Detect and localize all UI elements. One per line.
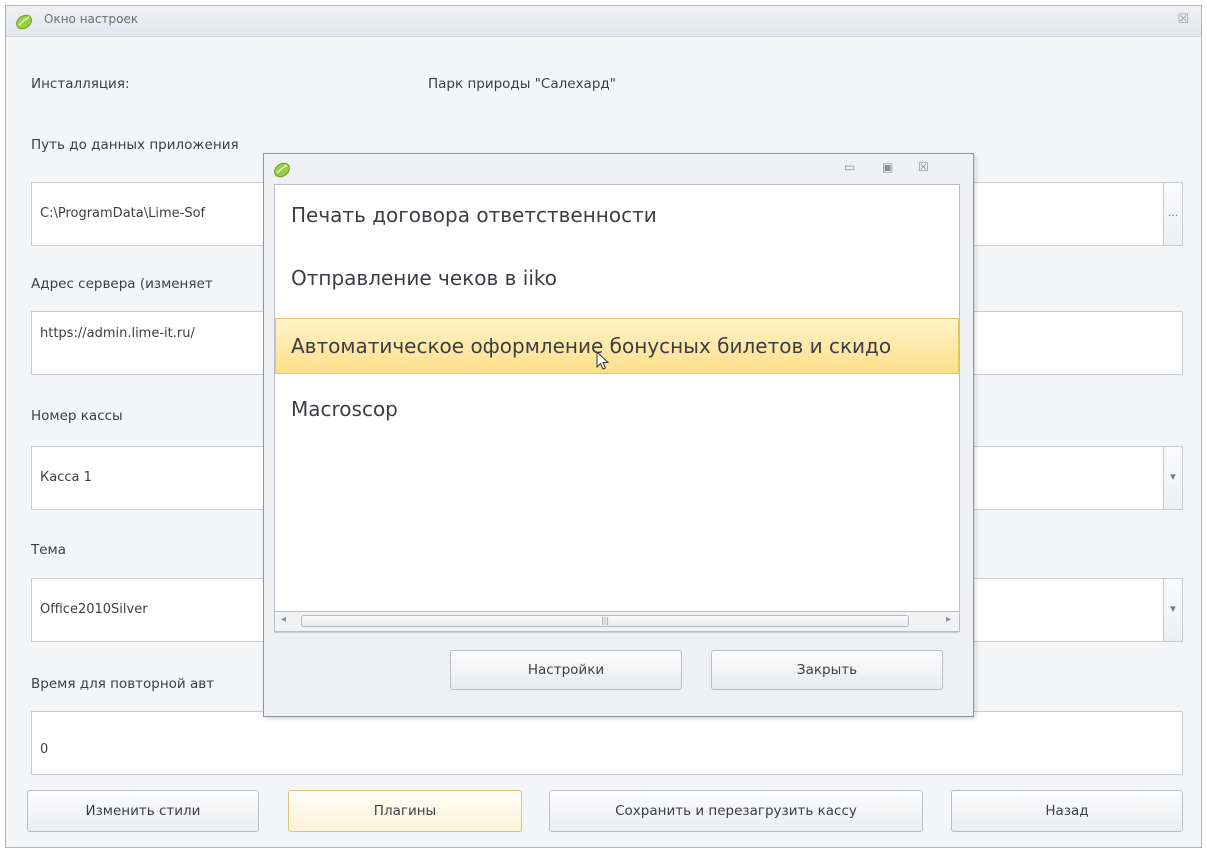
- register-value: Касса 1: [40, 470, 92, 485]
- titlebar[interactable]: Окно настроек ☒: [6, 6, 1201, 37]
- chevron-down-icon: ▾: [1170, 470, 1176, 483]
- lime-app-icon: [16, 14, 32, 30]
- dialog-titlebar[interactable]: ▭ ▣ ☒: [264, 154, 973, 184]
- chevron-down-icon: ▾: [1170, 602, 1176, 615]
- lime-app-icon: [274, 162, 290, 178]
- maximize-icon[interactable]: ▣: [882, 160, 893, 174]
- data-path-label: Путь до данных приложения: [31, 137, 239, 153]
- list-item-selected[interactable]: Автоматическое оформление бонусных билет…: [275, 318, 959, 374]
- list-item[interactable]: Печать договора ответственности: [275, 187, 959, 243]
- settings-button[interactable]: Настройки: [450, 650, 682, 690]
- dialog-divider: [274, 632, 959, 633]
- window-title: Окно настроек: [44, 12, 139, 26]
- installation-label: Инсталляция:: [31, 76, 130, 92]
- theme-label: Тема: [31, 542, 67, 558]
- installation-value: Парк природы "Салехард": [428, 76, 616, 92]
- plugin-list[interactable]: Печать договора ответственности Отправле…: [274, 184, 960, 612]
- mouse-cursor-icon: [596, 351, 610, 370]
- register-label: Номер кассы: [31, 408, 123, 424]
- close-icon[interactable]: ☒: [918, 160, 929, 174]
- data-path-value: C:\ProgramData\Lime-Sof: [40, 206, 206, 221]
- scrollbar-thumb[interactable]: |||: [301, 615, 909, 627]
- close-button[interactable]: Закрыть: [711, 650, 943, 690]
- reauth-label: Время для повторной авт: [31, 676, 215, 692]
- server-address-value: https://admin.lime-it.ru/: [40, 326, 195, 341]
- horizontal-scrollbar[interactable]: ◂ ||| ▸: [274, 612, 960, 632]
- list-item[interactable]: Отправление чеков в iiko: [275, 250, 959, 306]
- reauth-value: 0: [40, 742, 49, 757]
- change-styles-button[interactable]: Изменить стили: [27, 790, 259, 832]
- scroll-right-icon[interactable]: ▸: [946, 614, 951, 625]
- server-label: Адрес сервера (изменяет: [31, 276, 213, 292]
- plugins-button[interactable]: Плагины: [288, 790, 522, 832]
- back-button[interactable]: Назад: [951, 790, 1183, 832]
- window-close-icon[interactable]: ☒: [1177, 12, 1189, 27]
- reauth-field[interactable]: 0: [31, 711, 1183, 775]
- minimize-icon[interactable]: ▭: [844, 160, 855, 174]
- save-restart-button[interactable]: Сохранить и перезагрузить кассу: [549, 790, 923, 832]
- list-item[interactable]: Macroscop: [275, 381, 959, 437]
- browse-button-label: ...: [1167, 206, 1179, 219]
- plugins-dialog: ▭ ▣ ☒ Печать договора ответственности От…: [263, 153, 974, 717]
- theme-dropdown-button[interactable]: ▾: [1163, 578, 1183, 642]
- browse-button[interactable]: ...: [1163, 182, 1183, 246]
- scroll-left-icon[interactable]: ◂: [281, 614, 286, 625]
- register-dropdown-button[interactable]: ▾: [1163, 446, 1183, 510]
- theme-value: Office2010Silver: [40, 602, 148, 617]
